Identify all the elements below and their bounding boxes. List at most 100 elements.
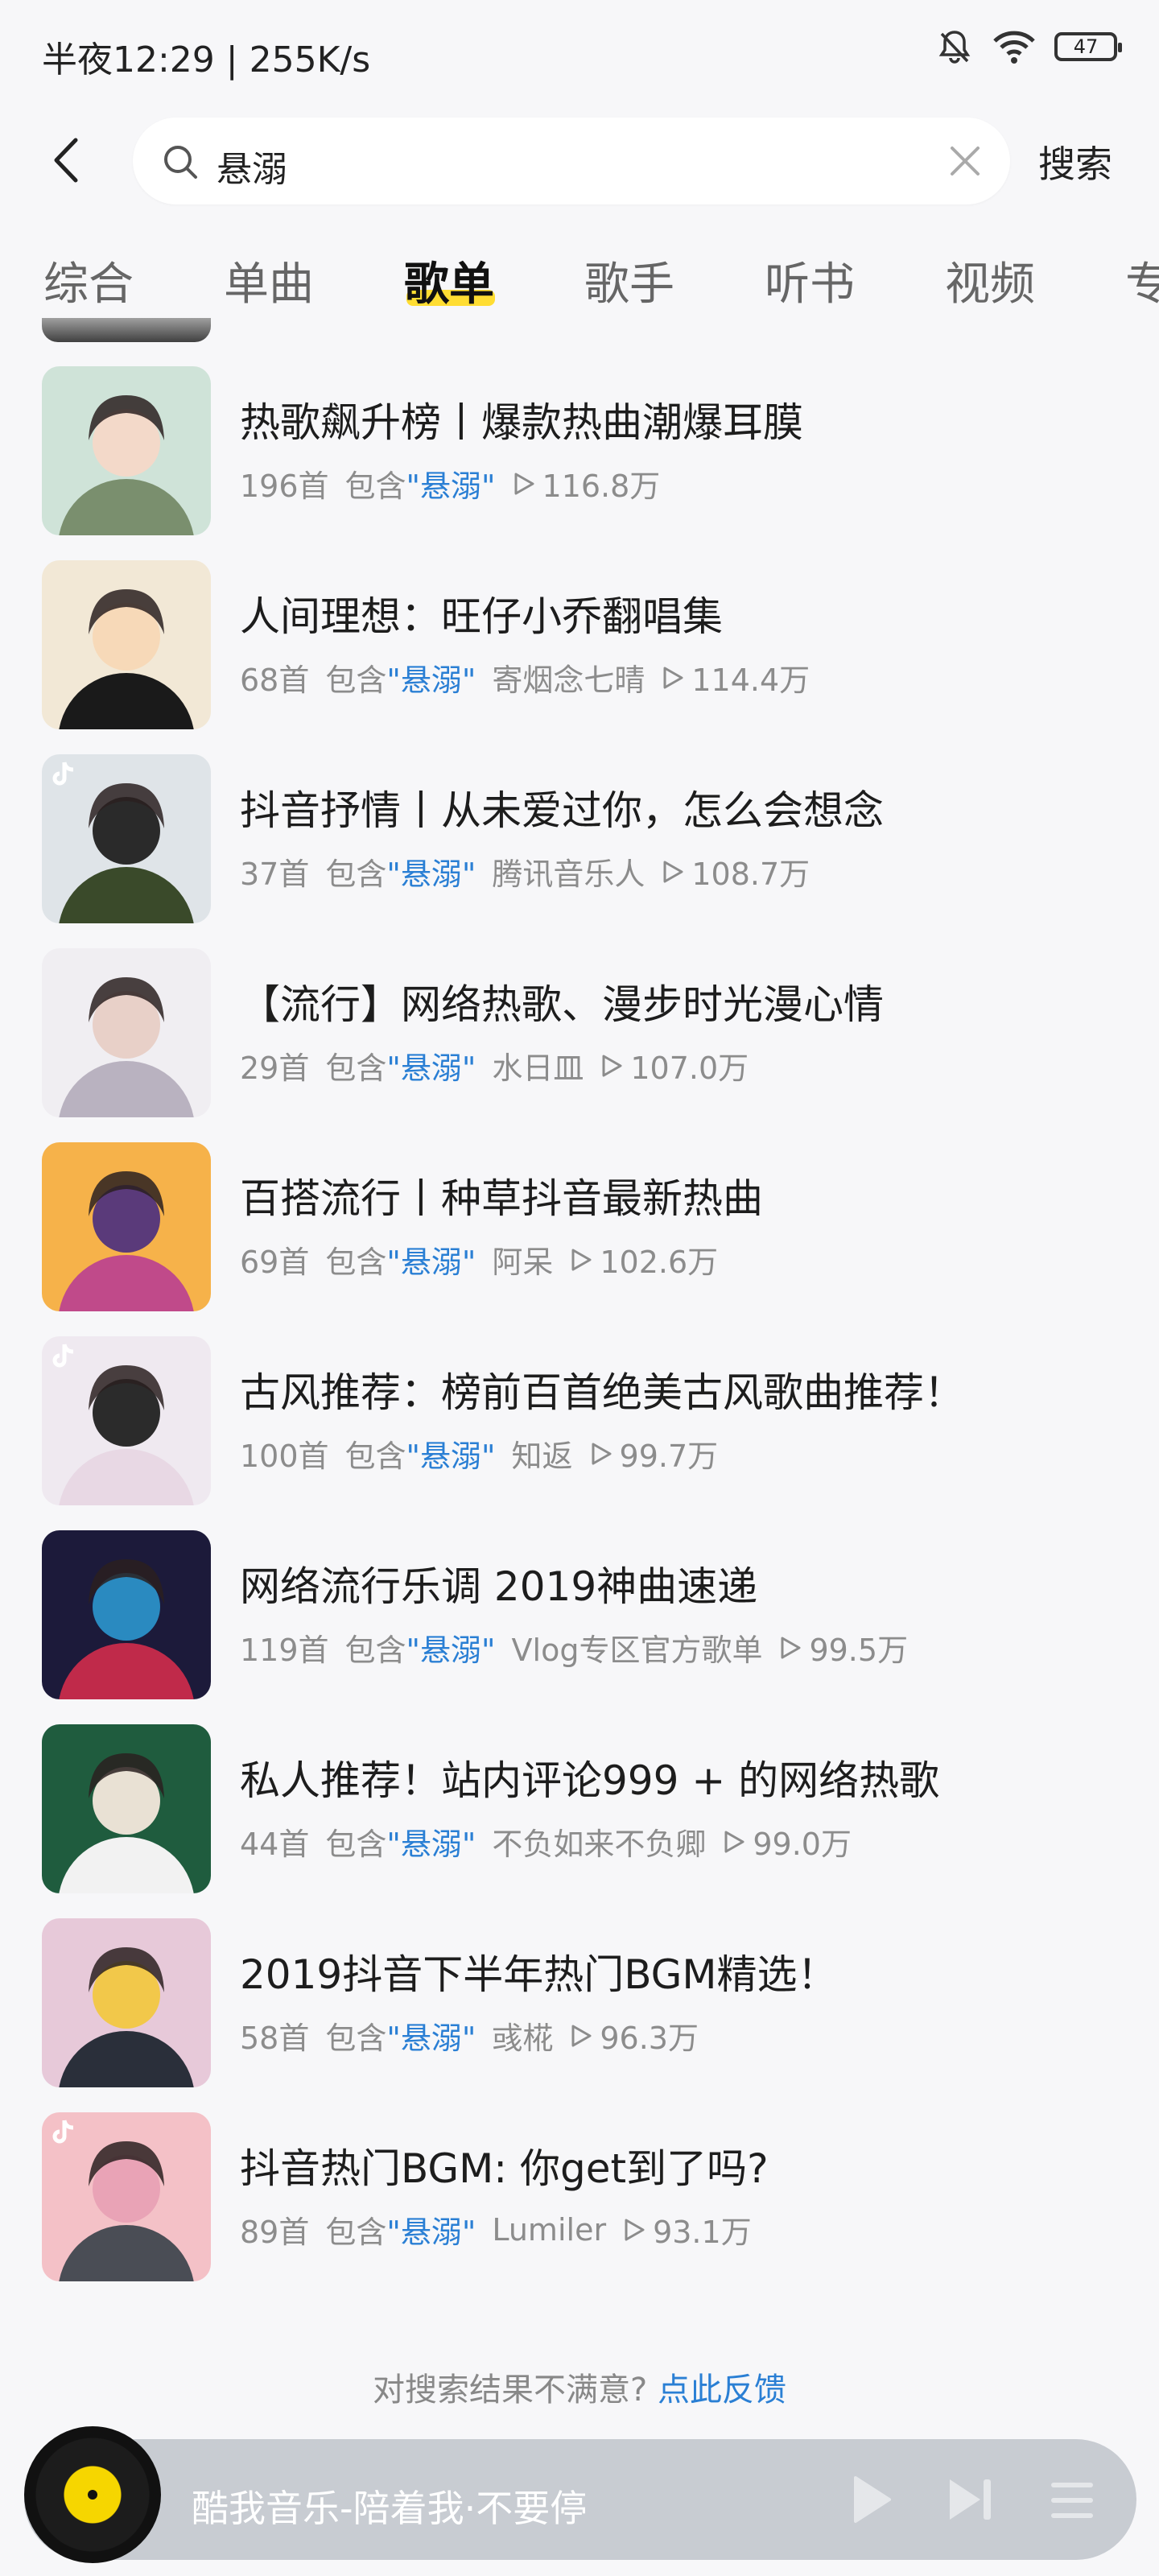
- playlist-title[interactable]: 热歌飙升榜丨爆款热曲潮爆耳膜: [240, 390, 803, 448]
- search-row: 悬溺 搜索: [0, 113, 1159, 209]
- playlist-title[interactable]: 抖音热门BGM: 你get到了吗?: [240, 2136, 769, 2194]
- play-count-icon: [781, 1637, 801, 1658]
- tab-comprehensive[interactable]: 综合: [43, 248, 134, 313]
- play-count: 99.7万: [619, 1439, 719, 1474]
- playlist-title[interactable]: 古风推荐：榜前百首绝美古风歌曲推荐！: [240, 1360, 964, 1418]
- keyword-match: 包含"悬溺": [345, 1431, 496, 1476]
- search-button[interactable]: 搜索: [1038, 135, 1112, 188]
- playlist-icon[interactable]: [1046, 2475, 1098, 2526]
- playlist-cover[interactable]: [42, 1530, 211, 1699]
- playlist-cover[interactable]: [42, 948, 211, 1117]
- playlist-cover[interactable]: [42, 560, 211, 729]
- playlist-item[interactable]: 古风推荐：榜前百首绝美古风歌曲推荐！ 100首 包含"悬溺" 知返 99.7万: [0, 1336, 1159, 1505]
- playlist-title[interactable]: 【流行】网络热歌、漫步时光漫心情: [240, 972, 884, 1030]
- feedback-link[interactable]: 点此反馈: [658, 2372, 786, 2409]
- match-keyword: "悬溺": [386, 663, 476, 698]
- keyword-match: 包含"悬溺": [345, 461, 496, 506]
- status-bar: 半夜12:29 | 255K/s 47: [0, 0, 1159, 105]
- mini-player[interactable]: 酷我音乐-陪着我·不要停: [24, 2426, 1136, 2563]
- playlist-item[interactable]: 【流行】网络热歌、漫步时光漫心情 29首 包含"悬溺" 水日皿 107.0万: [0, 948, 1159, 1117]
- match-keyword: "悬溺": [406, 1439, 496, 1474]
- keyword-match: 包含"悬溺": [325, 1043, 476, 1088]
- match-keyword: "悬溺": [386, 1051, 476, 1086]
- playlist-cover[interactable]: [42, 1142, 211, 1311]
- playlist-meta: 58首 包含"悬溺" 彧椛 96.3万: [240, 2013, 715, 2058]
- match-prefix: 包含: [325, 663, 387, 698]
- playlist-item[interactable]: 2019抖音下半年热门BGM精选！ 58首 包含"悬溺" 彧椛 96.3万: [0, 1918, 1159, 2087]
- play-icon[interactable]: [841, 2471, 897, 2528]
- playlist-title[interactable]: 抖音抒情丨从未爱过你，怎么会想念: [240, 778, 884, 836]
- song-count: 58首: [240, 2021, 310, 2056]
- playlist-author: 腾讯音乐人: [492, 857, 645, 892]
- playlist-author: Lumiler: [492, 2211, 607, 2248]
- back-icon[interactable]: [40, 132, 97, 188]
- playlist-item[interactable]: 抖音抒情丨从未爱过你，怎么会想念 37首 包含"悬溺" 腾讯音乐人 108.7万: [0, 754, 1159, 923]
- album-disc[interactable]: [24, 2426, 161, 2563]
- next-icon[interactable]: [942, 2471, 998, 2528]
- clear-icon[interactable]: [947, 143, 983, 179]
- playlist-author: 水日皿: [492, 1051, 584, 1086]
- tab-artists[interactable]: 歌手: [584, 248, 674, 313]
- play-count: 108.7万: [691, 857, 810, 892]
- play-count: 114.4万: [691, 663, 810, 698]
- match-prefix: 包含: [325, 2215, 387, 2250]
- match-keyword: "悬溺": [406, 469, 496, 504]
- play-count-icon: [625, 2219, 645, 2240]
- match-keyword: "悬溺": [386, 857, 476, 892]
- playlist-cover[interactable]: [42, 366, 211, 535]
- search-input[interactable]: 悬溺: [133, 118, 1010, 204]
- playlist-item[interactable]: 热歌飙升榜丨爆款热曲潮爆耳膜 196首 包含"悬溺" 116.8万: [0, 366, 1159, 535]
- play-count: 107.0万: [630, 1051, 749, 1086]
- playlist-author: 彧椛: [492, 2021, 554, 2056]
- playlist-meta: 196首 包含"悬溺" 116.8万: [240, 461, 676, 506]
- play-count-icon: [602, 1055, 622, 1076]
- match-prefix: 包含: [344, 469, 406, 504]
- playlist-item[interactable]: 抖音热门BGM: 你get到了吗? 89首 包含"悬溺" Lumiler 93.1万: [0, 2112, 1159, 2281]
- keyword-match: 包含"悬溺": [325, 2207, 476, 2252]
- playlist-cover[interactable]: [42, 1724, 211, 1893]
- playlist-item[interactable]: 百搭流行丨种草抖音最新热曲 69首 包含"悬溺" 阿呆 102.6万: [0, 1142, 1159, 1311]
- tab-audiobooks[interactable]: 听书: [765, 248, 855, 313]
- playlist-cover[interactable]: [42, 1918, 211, 2087]
- playlist-title[interactable]: 网络流行乐调 2019神曲速递: [240, 1554, 757, 1612]
- song-count: 29首: [240, 1051, 310, 1086]
- mute-bell-icon: [938, 31, 971, 64]
- playlist-item[interactable]: 网络流行乐调 2019神曲速递 119首 包含"悬溺" Vlog专区官方歌单 99.5…: [0, 1530, 1159, 1699]
- tab-songs[interactable]: 单曲: [224, 248, 314, 313]
- playlist-title[interactable]: 人间理想：旺仔小乔翻唱集: [240, 584, 723, 642]
- search-query[interactable]: 悬溺: [217, 140, 287, 192]
- match-prefix: 包含: [325, 1245, 387, 1280]
- battery-icon: 47: [1054, 32, 1122, 61]
- feedback-row: 对搜索结果不满意? 点此反馈: [0, 2363, 1159, 2410]
- playlist-cover[interactable]: [42, 1336, 211, 1505]
- play-count-icon: [592, 1443, 612, 1464]
- playlist-title[interactable]: 私人推荐！站内评论999 + 的网络热歌: [240, 1748, 939, 1806]
- playlist-title[interactable]: 2019抖音下半年热门BGM精选！: [240, 1942, 838, 2000]
- match-keyword: "悬溺": [386, 1827, 476, 1862]
- play-count: 93.1万: [653, 2215, 752, 2250]
- play-count-icon: [514, 473, 534, 494]
- playlist-item[interactable]: 私人推荐！站内评论999 + 的网络热歌 44首 包含"悬溺" 不负如来不负卿 99.…: [0, 1724, 1159, 1893]
- playlist-title[interactable]: 百搭流行丨种草抖音最新热曲: [240, 1166, 763, 1224]
- tab-playlists[interactable]: 歌单: [404, 248, 494, 313]
- player-now-playing[interactable]: 酷我音乐-陪着我·不要停: [192, 2479, 587, 2533]
- playlist-cover[interactable]: [42, 2112, 211, 2281]
- search-icon: [164, 146, 197, 179]
- status-time: 半夜12:29 | 255K/s: [42, 39, 371, 80]
- playlist-meta: 29首 包含"悬溺" 水日皿 107.0万: [240, 1043, 765, 1088]
- playlist-meta: 89首 包含"悬溺" Lumiler 93.1万: [240, 2207, 768, 2252]
- play-count: 96.3万: [600, 2021, 699, 2056]
- playlist-meta: 68首 包含"悬溺" 寄烟念七晴 114.4万: [240, 655, 826, 700]
- playlist-meta: 100首 包含"悬溺" 知返 99.7万: [240, 1431, 734, 1476]
- playlist-item[interactable]: 人间理想：旺仔小乔翻唱集 68首 包含"悬溺" 寄烟念七晴 114.4万: [0, 560, 1159, 729]
- tab-albums[interactable]: 专: [1125, 248, 1159, 313]
- match-prefix: 包含: [325, 1827, 387, 1862]
- match-prefix: 包含: [325, 1051, 387, 1086]
- playlist-author: Vlog专区官方歌单: [511, 1633, 763, 1668]
- playlist-cover[interactable]: [42, 754, 211, 923]
- match-keyword: "悬溺": [406, 1633, 496, 1668]
- tab-videos[interactable]: 视频: [945, 248, 1035, 313]
- keyword-match: 包含"悬溺": [325, 849, 476, 894]
- playlist-meta: 119首 包含"悬溺" Vlog专区官方歌单 99.5万: [240, 1625, 924, 1670]
- playlist-meta: 69首 包含"悬溺" 阿呆 102.6万: [240, 1237, 734, 1282]
